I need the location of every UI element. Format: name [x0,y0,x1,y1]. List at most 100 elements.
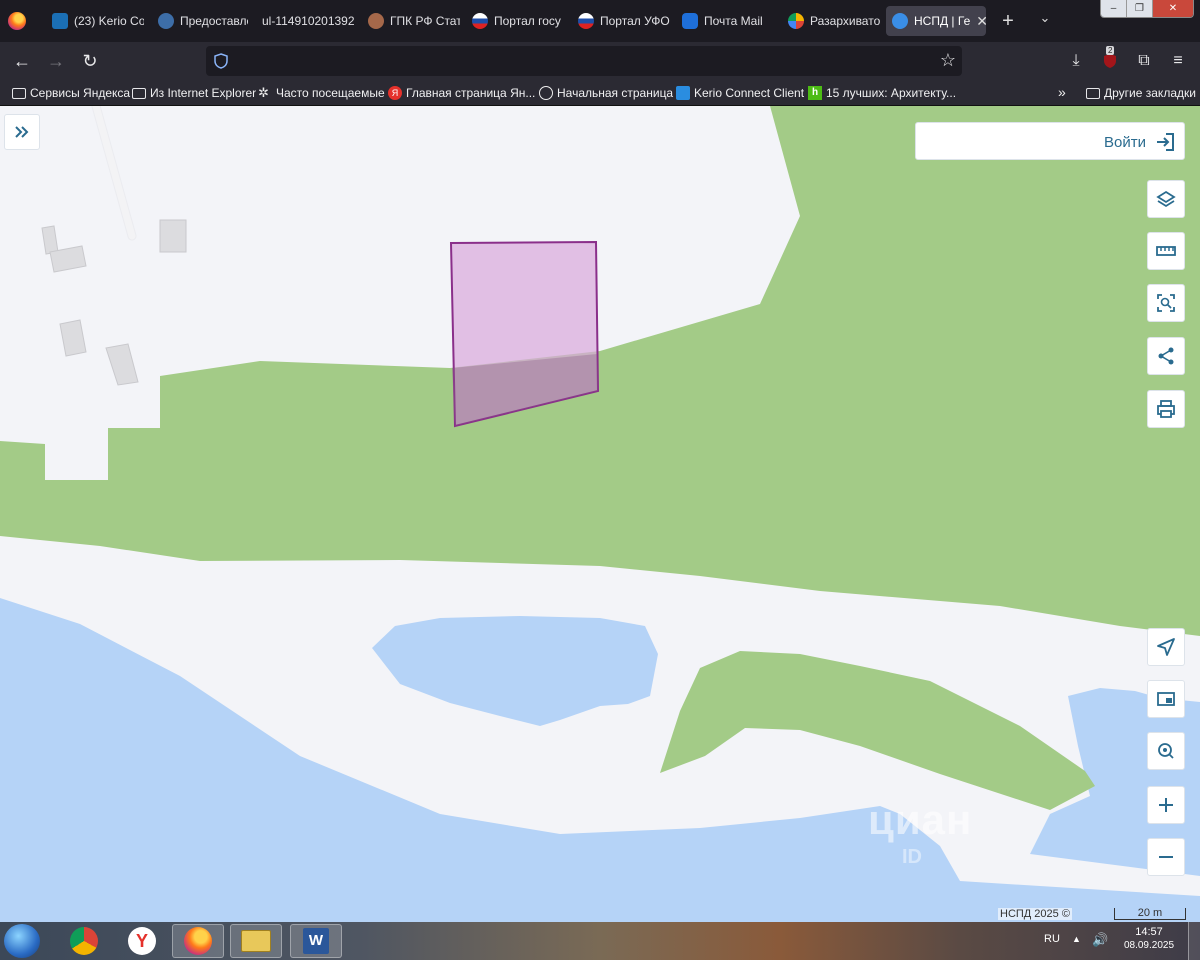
zoom-in-button[interactable] [1147,786,1185,824]
buildings [41,219,187,386]
tab-kerio[interactable]: (23) Kerio Co [46,6,144,36]
bookmark-kerio-connect[interactable]: Kerio Connect Client [676,84,804,102]
taskbar-yandex-browser[interactable]: Y [116,924,168,958]
coordinate-search-button[interactable] [1147,732,1185,770]
tab-gpk-rf[interactable]: ГПК РФ Стат [362,6,460,36]
back-button[interactable]: ← [10,50,34,72]
globe-icon [539,86,553,100]
url-bar[interactable]: ☆ [206,46,962,76]
tab-list-button[interactable]: ⌄ [1036,10,1054,30]
extensions-icon[interactable]: ⧉ [1132,50,1156,72]
cian-watermark-id: ID [902,846,922,868]
bookmarks-toolbar: Сервисы Яндекса Из Internet Explorer ✲ Ч… [0,80,1200,106]
windows-start-button[interactable] [4,924,40,958]
bookmark-houzz[interactable]: h 15 лучших: Архитекту... [808,84,956,102]
geolocate-button[interactable] [1147,628,1185,666]
cian-watermark: циан [868,796,973,843]
new-tab-button[interactable]: + [996,8,1020,34]
forward-button[interactable]: → [44,50,68,72]
printer-icon [1157,400,1175,418]
tab-strip: (23) Kerio Co Предоставле ul-11491020139… [0,0,1200,42]
gear-icon: ✲ [258,85,269,100]
picture-in-picture-icon [1157,692,1175,706]
share-button[interactable] [1147,337,1185,375]
map-attribution: НСПД 2025 © [998,908,1072,920]
water-pond [372,616,658,726]
firefox-icon[interactable] [8,12,26,30]
plus-icon [1159,798,1173,812]
map-scale-bar: 20 m [1114,908,1186,920]
zoom-out-button[interactable] [1147,838,1185,876]
tab-predostavlenie[interactable]: Предоставле [152,6,248,36]
extension-badge: 2 [1106,46,1115,55]
show-desktop-button[interactable] [1188,922,1200,960]
tab-mail[interactable]: Почта Mail [676,6,776,36]
map-canvas[interactable] [0,106,1200,922]
shield-icon [214,53,228,69]
chevrons-right-icon [15,126,29,138]
russia-flag-icon [472,13,488,29]
road-outline [91,106,137,241]
yandex-icon: Я [388,86,402,100]
bookmark-yandex-home[interactable]: Я Главная страница Ян... [388,84,535,102]
language-indicator[interactable]: RU [1044,933,1060,945]
yandex-browser-icon: Y [128,927,156,955]
layers-icon [1156,190,1176,208]
clock-date: 08.09.2025 [1123,940,1175,951]
area-select-button[interactable] [1147,284,1185,322]
maximize-button[interactable]: ❐ [1127,0,1153,17]
bookmarks-overflow-icon[interactable]: » [1058,84,1066,100]
expand-panel-button[interactable] [4,114,40,150]
menu-icon[interactable]: ≡ [1166,50,1190,72]
bookmark-star-icon[interactable]: ☆ [940,50,956,71]
location-search-icon [1158,743,1174,759]
folder-icon [12,87,26,99]
taskbar-firefox[interactable] [172,924,224,958]
url-input[interactable] [238,54,928,68]
downloads-icon[interactable]: ⤓ [1064,50,1088,72]
consultant-icon [368,13,384,29]
bookmark-start-page[interactable]: Начальная страница [539,84,673,102]
minimize-button[interactable]: – [1101,0,1127,17]
tab-archiver[interactable]: Разархивато [782,6,880,36]
taskbar-chrome[interactable] [58,924,110,958]
folder-icon [1086,87,1100,99]
word-icon: W [303,928,329,954]
tab-portal-ufo[interactable]: Портал УФО [572,6,670,36]
forest-peninsula [660,651,1095,810]
volume-icon[interactable]: 🔊 [1092,932,1108,948]
windows-taskbar: Y W RU ▲ 🔊 14:57 08.09.2025 [0,922,1200,960]
forest-area [0,106,1200,636]
select-area-icon [1157,294,1175,312]
minimap-button[interactable] [1147,680,1185,718]
nspd-icon [892,13,908,29]
tray-overflow-icon[interactable]: ▲ [1072,934,1081,944]
reload-button[interactable]: ↻ [78,50,102,72]
taskbar-word[interactable]: W [290,924,342,958]
taskbar-explorer[interactable] [230,924,282,958]
folder-icon [132,87,146,99]
tab-nspd[interactable]: НСПД | Ге ✕ [886,6,986,36]
layers-button[interactable] [1147,180,1185,218]
firefox-icon [184,927,212,955]
navigation-bar: ← → ↻ ☆ ⤓ 2 ⧉ ≡ [0,42,1200,80]
login-button[interactable]: Войти [915,122,1185,160]
russia-flag-icon [578,13,594,29]
bookmark-internet-explorer[interactable]: Из Internet Explorer [132,84,256,102]
close-window-button[interactable]: ✕ [1153,0,1193,17]
cadastral-map[interactable]: Войти циан ID НСПД 2025 © 20 m [0,106,1200,922]
tab-gosuslugi[interactable]: Портал госу [466,6,564,36]
ruler-button[interactable] [1147,232,1185,270]
gov-emblem-icon [158,13,174,29]
kerio-icon [52,13,68,29]
close-tab-icon[interactable]: ✕ [976,13,986,30]
tab-ul-document[interactable]: ul-114910201392 [256,6,356,36]
mail-icon [682,13,698,29]
bookmark-other[interactable]: Другие закладки [1086,84,1196,102]
archiver-icon [788,13,804,29]
print-button[interactable] [1147,390,1185,428]
bookmark-yandex-services[interactable]: Сервисы Яндекса [12,84,130,102]
bookmark-most-visited[interactable]: ✲ Часто посещаемые [258,84,385,102]
system-clock[interactable]: 14:57 08.09.2025 [1118,926,1180,951]
mail-icon [676,86,690,100]
